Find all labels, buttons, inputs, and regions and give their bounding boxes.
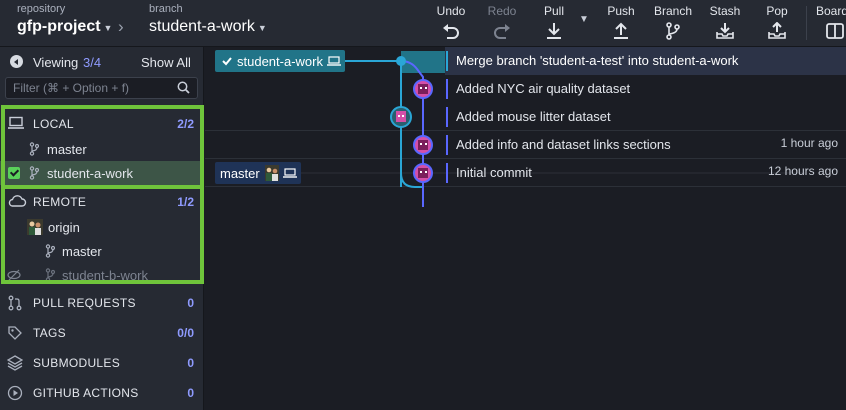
commit-message: Merge branch 'student-a-test' into stude… [456,53,739,68]
undo-button[interactable]: Undo [424,4,478,40]
submodules-count: 0 [187,356,194,370]
pop-icon [768,22,786,39]
viewing-row: Viewing 3/4 Show All [0,47,204,77]
pull-button[interactable]: Pull [527,4,581,40]
left-sidebar: Viewing 3/4 Show All Filter (⌘ + Option … [0,47,204,410]
caret-down-icon: ▼ [257,23,267,33]
search-icon [177,81,190,94]
branch-color-bar [446,107,448,127]
branch-label: branch [149,3,183,15]
branch-selector[interactable]: branch student-a-work ▼ [149,3,267,36]
board-icon [826,23,844,39]
commit-graph: student-a-work master Merge branch 'stud… [205,47,846,410]
github-actions-count: 0 [187,386,194,400]
commit-row[interactable]: Merge branch 'student-a-test' into stude… [445,47,846,75]
merge-commit-dot [396,56,406,66]
filter-input[interactable]: Filter (⌘ + Option + f) [5,77,198,99]
remote-highlight-outline [1,185,204,284]
pull-requests-title: PULL REQUESTS [33,296,136,310]
commit-row[interactable]: Initial commit 12 hours ago [445,159,846,187]
commit-author-avatar [413,79,433,99]
repository-name: gfp-project [17,18,101,35]
push-button[interactable]: Push [594,4,648,40]
stash-icon [716,23,734,39]
branch-color-bar [446,163,448,183]
board-button[interactable]: Board [810,4,846,40]
commit-row[interactable]: Added info and dataset links sections 1 … [445,131,846,159]
tags-count-visible: 0 [177,326,184,340]
branch-name: student-a-work [149,18,255,35]
remote-avatar-icon [265,165,279,181]
redo-button[interactable]: Redo [475,4,529,40]
stash-button[interactable]: Stash [698,4,752,40]
pull-requests-count: 0 [187,296,194,310]
pull-options-caret-icon[interactable]: ▼ [579,14,589,25]
back-arrow-icon[interactable] [10,55,23,68]
commit-author-avatar [413,135,433,155]
commit-time: 1 hour ago [780,136,838,150]
ref-chip-label: student-a-work [237,54,323,69]
viewing-count: 3/4 [83,55,102,70]
pull-request-icon [8,295,22,311]
commit-time: 12 hours ago [767,164,838,178]
show-all-button[interactable]: Show All [141,55,191,70]
branch-color-bar [446,79,448,99]
tag-icon [8,326,22,340]
caret-down-icon: ▼ [103,23,113,33]
push-icon [614,22,628,39]
stash-label: Stash [709,4,741,18]
branch-icon [666,22,680,40]
undo-label: Undo [436,4,466,18]
filter-placeholder: Filter (⌘ + Option + f) [13,81,130,95]
board-label: Board [816,4,846,18]
commit-message: Added info and dataset links sections [456,137,671,152]
ref-chip-master[interactable]: master [215,162,301,184]
check-icon [222,57,232,66]
undo-icon [443,24,459,39]
commit-message: Added mouse litter dataset [456,109,611,124]
branch-color-bar [446,51,448,71]
commit-message: Added NYC air quality dataset [456,81,631,96]
laptop-icon [327,56,341,66]
ref-chip-label: master [220,166,260,181]
commit-author-avatar [413,163,433,183]
chevron-right-icon: › [118,17,124,36]
tags-title: TAGS [33,326,66,340]
layers-icon [7,355,23,371]
pull-label: Pull [543,4,564,18]
repository-label: repository [17,3,66,15]
branch-button[interactable]: Branch [646,4,700,40]
pop-label: Pop [766,4,788,18]
commit-row[interactable]: Added mouse litter dataset [445,103,846,131]
github-actions-section-header[interactable]: GITHUB ACTIONS 0 [0,378,204,406]
commit-message: Initial commit [456,165,532,180]
pop-button[interactable]: Pop [750,4,804,40]
tags-section-header[interactable]: TAGS 0/0 [0,318,204,346]
local-highlight-outline [1,105,204,189]
tags-count-total: 0 [187,326,194,340]
pull-requests-section-header[interactable]: PULL REQUESTS 0 [0,288,204,316]
submodules-section-header[interactable]: SUBMODULES 0 [0,348,204,376]
github-actions-title: GITHUB ACTIONS [33,386,139,400]
redo-icon [494,24,510,39]
redo-label: Redo [487,4,517,18]
laptop-icon [283,168,297,178]
viewing-label: Viewing [33,55,79,70]
pull-icon [547,23,561,39]
branch-action-label: Branch [653,4,693,18]
repository-selector[interactable]: repository gfp-project ▼ [17,3,112,36]
branch-color-bar [446,135,448,155]
ref-chip-student-a-work[interactable]: student-a-work [215,50,345,72]
toolbar-divider [806,6,807,40]
submodules-title: SUBMODULES [33,356,121,370]
commit-row[interactable]: Added NYC air quality dataset [445,75,846,103]
toolbar: repository gfp-project ▼ › branch student… [0,0,846,47]
play-circle-icon [7,385,23,401]
push-label: Push [607,4,635,18]
